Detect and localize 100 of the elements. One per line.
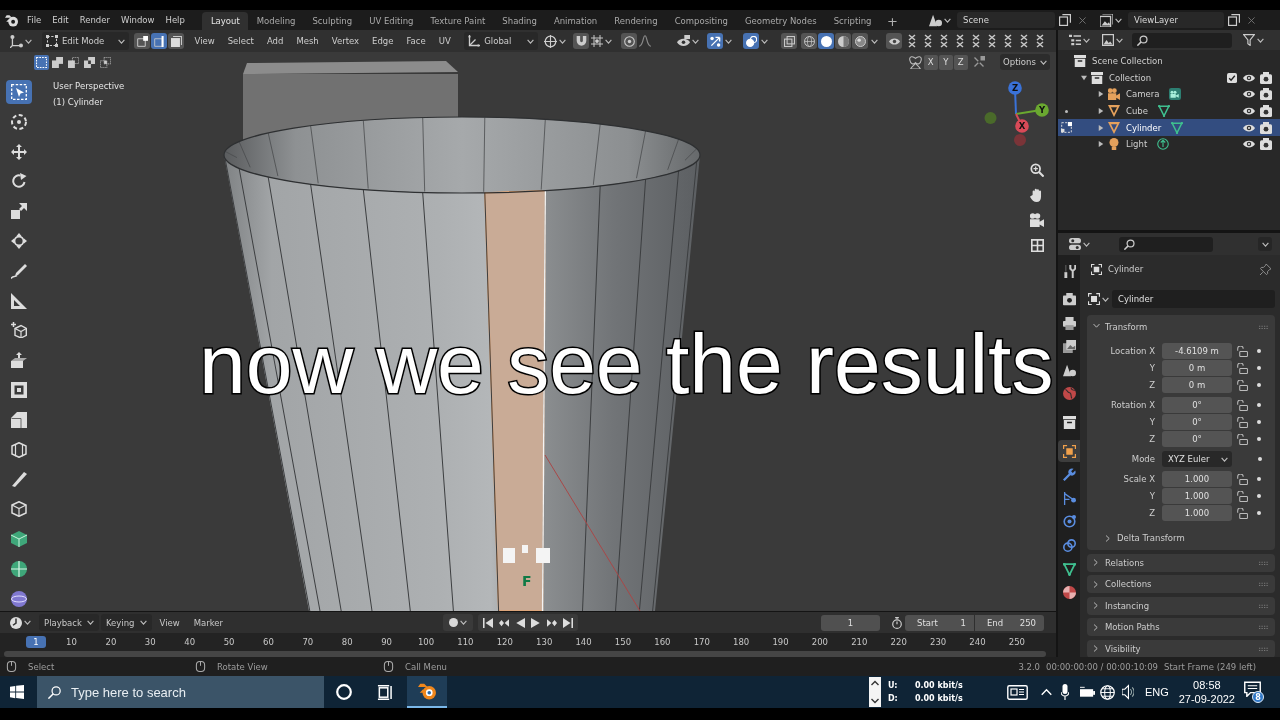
- snap-target-dropdown[interactable]: [589, 32, 615, 50]
- news-icon[interactable]: [1006, 683, 1028, 701]
- number-field[interactable]: 1.000: [1162, 471, 1232, 487]
- copy-button[interactable]: [1058, 12, 1072, 28]
- workspace-tab[interactable]: Modeling: [248, 12, 304, 30]
- search-field[interactable]: [1119, 236, 1213, 252]
- keyframe-dot-icon[interactable]: [1257, 420, 1261, 424]
- outliner-item[interactable]: Cylinder: [1058, 119, 1280, 136]
- panel-header[interactable]: Relations: [1087, 553, 1275, 572]
- workspace-tab[interactable]: Animation: [545, 12, 606, 30]
- keyframe-dot-icon[interactable]: [1257, 477, 1261, 481]
- workspace-tab[interactable]: Rendering: [605, 12, 667, 30]
- eye-button[interactable]: [886, 33, 902, 49]
- tool-button[interactable]: [6, 80, 32, 104]
- clock-time[interactable]: 08:58: [1193, 678, 1221, 692]
- axis-toggle[interactable]: Y: [938, 54, 953, 70]
- disclosure-triangle-icon[interactable]: [1098, 91, 1104, 98]
- open-lock-icon[interactable]: [1237, 379, 1248, 391]
- disclosure-triangle-icon[interactable]: [1098, 124, 1104, 131]
- timeline-menu[interactable]: Marker: [187, 614, 230, 631]
- display-mode-button[interactable]: [1101, 32, 1124, 48]
- keyframe-dot-icon[interactable]: [1258, 457, 1262, 461]
- double-cross-icon[interactable]: [954, 34, 966, 48]
- header-menu[interactable]: Add: [260, 32, 290, 50]
- taskbar-app[interactable]: [407, 676, 447, 708]
- double-cross-icon[interactable]: [906, 34, 918, 48]
- header-menu[interactable]: Edge: [365, 32, 400, 50]
- up-down-arrows-icon[interactable]: [868, 677, 881, 707]
- options-dropdown[interactable]: Options: [1000, 54, 1050, 70]
- pin-icon[interactable]: [1260, 263, 1271, 275]
- orientation-dropdown[interactable]: Global: [464, 32, 539, 50]
- microphone-icon[interactable]: [1060, 684, 1069, 700]
- open-lock-icon[interactable]: [1237, 490, 1248, 502]
- shading-button[interactable]: [801, 33, 817, 49]
- dashed-square-icon[interactable]: [1060, 122, 1072, 134]
- timeline-menu[interactable]: View: [153, 614, 186, 631]
- camera-icon[interactable]: [1260, 138, 1272, 151]
- editor-type-button[interactable]: [8, 32, 34, 50]
- header-menu[interactable]: Mesh: [289, 32, 326, 50]
- camera-icon[interactable]: [1260, 88, 1272, 101]
- keyframe-dot-icon[interactable]: [1257, 511, 1261, 515]
- box-select-mode-button[interactable]: [50, 54, 65, 70]
- number-field[interactable]: 0 m: [1162, 360, 1232, 376]
- menu-item[interactable]: Edit: [46, 10, 75, 30]
- globe-icon[interactable]: [1099, 684, 1115, 700]
- outliner-item[interactable]: Camera: [1058, 86, 1280, 103]
- keyframe-dot-icon[interactable]: [1257, 403, 1261, 407]
- double-cross-icon[interactable]: [1034, 34, 1046, 48]
- camera-icon[interactable]: [1260, 71, 1272, 84]
- dot-icon[interactable]: [1064, 109, 1068, 113]
- speaker-icon[interactable]: [1121, 684, 1134, 700]
- menu-item[interactable]: Window: [115, 10, 160, 30]
- camera-icon[interactable]: [1260, 121, 1272, 134]
- filter-button[interactable]: [1242, 32, 1265, 48]
- outliner-item[interactable]: Scene Collection: [1058, 53, 1280, 70]
- shading-button[interactable]: [852, 33, 868, 49]
- end-frame-field[interactable]: End 250: [975, 614, 1044, 631]
- open-lock-icon[interactable]: [1237, 507, 1248, 519]
- number-field[interactable]: 0 m: [1162, 377, 1232, 393]
- caret-icon[interactable]: [761, 38, 768, 44]
- menu-item[interactable]: Render: [74, 10, 116, 30]
- keyframe-dot-icon[interactable]: [1257, 437, 1261, 441]
- double-cross-icon[interactable]: [970, 34, 982, 48]
- disclosure-triangle-icon[interactable]: [1098, 108, 1104, 115]
- rotation-mode-dropdown[interactable]: XYZ Euler: [1162, 451, 1232, 467]
- header-menu[interactable]: Select: [221, 32, 261, 50]
- open-lock-icon[interactable]: [1237, 362, 1248, 374]
- header-menu[interactable]: UV: [432, 32, 458, 50]
- number-field[interactable]: 0°: [1162, 431, 1232, 447]
- double-cross-icon[interactable]: [922, 34, 934, 48]
- menu-item[interactable]: Help: [160, 10, 191, 30]
- disclosure-triangle-icon[interactable]: [1098, 141, 1104, 148]
- menu-item[interactable]: File: [21, 10, 47, 30]
- number-field[interactable]: 1.000: [1162, 505, 1232, 521]
- search-field[interactable]: [1132, 32, 1232, 48]
- scene-field[interactable]: Scene: [957, 12, 1055, 28]
- dropdown-button[interactable]: [1258, 237, 1272, 251]
- camera-icon[interactable]: [1260, 105, 1272, 118]
- navigation-gizmo[interactable]: [984, 81, 1049, 146]
- view-layer-field[interactable]: ViewLayer: [1128, 12, 1224, 28]
- header-menu[interactable]: View: [188, 32, 222, 50]
- timeline-scrollbar[interactable]: [4, 650, 1046, 657]
- header-menu[interactable]: Face: [400, 32, 433, 50]
- language-indicator[interactable]: ENG: [1144, 686, 1169, 698]
- caret-icon[interactable]: [871, 38, 878, 44]
- box-select-mode-button[interactable]: [98, 54, 113, 70]
- panel-header[interactable]: Transform: [1087, 318, 1275, 335]
- battery-icon[interactable]: [1079, 686, 1095, 698]
- workspace-tab[interactable]: Scripting: [825, 12, 880, 30]
- select-mode-button[interactable]: [134, 33, 150, 49]
- keyframe-dot-icon[interactable]: [1257, 383, 1261, 387]
- pivot-dropdown[interactable]: [542, 32, 569, 50]
- toggle-button[interactable]: [707, 33, 723, 49]
- shading-button[interactable]: [835, 33, 851, 49]
- workspace-tab[interactable]: Shading: [493, 12, 546, 30]
- panel-header[interactable]: Motion Paths: [1087, 618, 1275, 636]
- properties-tab[interactable]: [1058, 440, 1080, 463]
- box-select-mode-button[interactable]: [34, 54, 49, 70]
- subpanel-header[interactable]: Delta Transform: [1087, 529, 1185, 547]
- timeline-dropdown[interactable]: Playback: [39, 614, 99, 631]
